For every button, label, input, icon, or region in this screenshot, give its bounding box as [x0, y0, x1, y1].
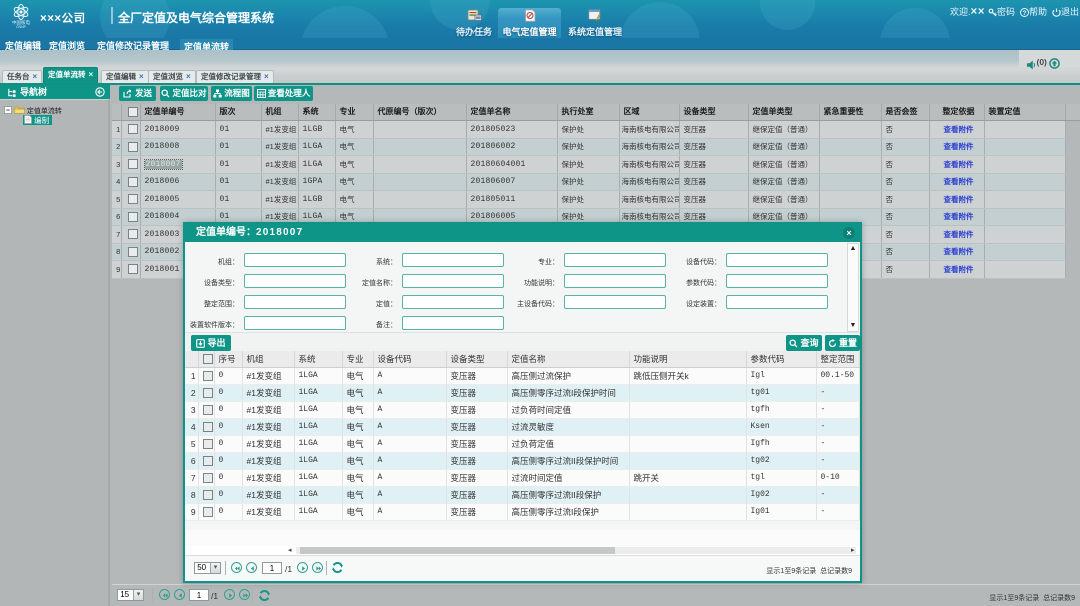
svg-text:?: ? [1023, 10, 1027, 17]
svg-text:CNNP: CNNP [16, 25, 27, 28]
